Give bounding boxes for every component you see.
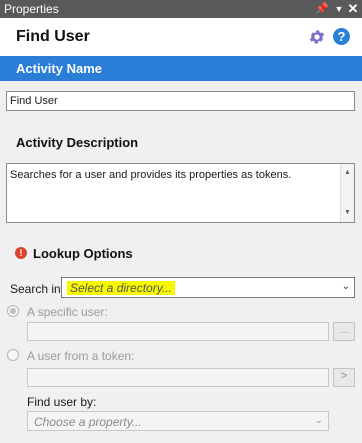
- activity-description-label: Activity Description: [16, 135, 139, 150]
- token-user-label: A user from a token:: [27, 349, 135, 363]
- scroll-up-icon[interactable]: ▲: [344, 166, 351, 180]
- directory-select[interactable]: Select a directory... ⌄: [61, 277, 355, 298]
- chevron-down-icon[interactable]: ⌄: [315, 415, 323, 426]
- specific-user-label: A specific user:: [27, 305, 108, 319]
- token-user-input[interactable]: [27, 368, 329, 387]
- help-icon[interactable]: ?: [333, 28, 350, 45]
- scroll-down-icon[interactable]: ▼: [344, 206, 351, 220]
- page-title: Find User: [16, 28, 90, 45]
- token-picker-button[interactable]: >: [333, 368, 355, 387]
- lookup-options-label: Lookup Options: [33, 246, 133, 261]
- activity-description-text: Searches for a user and provides its pro…: [10, 169, 292, 181]
- description-scrollbar[interactable]: ▲ ▼: [340, 164, 354, 222]
- gear-icon[interactable]: [308, 28, 326, 46]
- close-icon[interactable]: ✕: [346, 1, 360, 17]
- window-titlebar: Properties 📌 ▼ ✕: [0, 0, 362, 18]
- activity-name-section: Activity Name: [0, 56, 362, 81]
- search-in-label: Search in:: [10, 282, 65, 296]
- activity-name-label: Activity Name: [16, 61, 102, 76]
- find-user-by-label: Find user by:: [27, 395, 97, 409]
- activity-name-input[interactable]: Find User: [6, 91, 355, 111]
- property-select-placeholder: Choose a property...: [34, 415, 142, 429]
- pin-icon[interactable]: 📌: [315, 1, 329, 17]
- window-title: Properties: [4, 2, 59, 16]
- panel-header: Find User ?: [0, 18, 362, 56]
- activity-description-input[interactable]: Searches for a user and provides its pro…: [6, 163, 355, 223]
- directory-select-placeholder: Select a directory...: [67, 281, 175, 295]
- dropdown-arrow-icon[interactable]: ▼: [332, 1, 346, 17]
- property-select[interactable]: Choose a property... ⌄: [27, 411, 329, 431]
- specific-user-input[interactable]: [27, 322, 329, 341]
- browse-user-button[interactable]: ...: [333, 322, 355, 341]
- token-user-radio[interactable]: [7, 349, 19, 361]
- warning-icon: !: [15, 247, 27, 259]
- specific-user-radio[interactable]: [7, 305, 19, 317]
- chevron-down-icon[interactable]: ⌄: [342, 281, 350, 292]
